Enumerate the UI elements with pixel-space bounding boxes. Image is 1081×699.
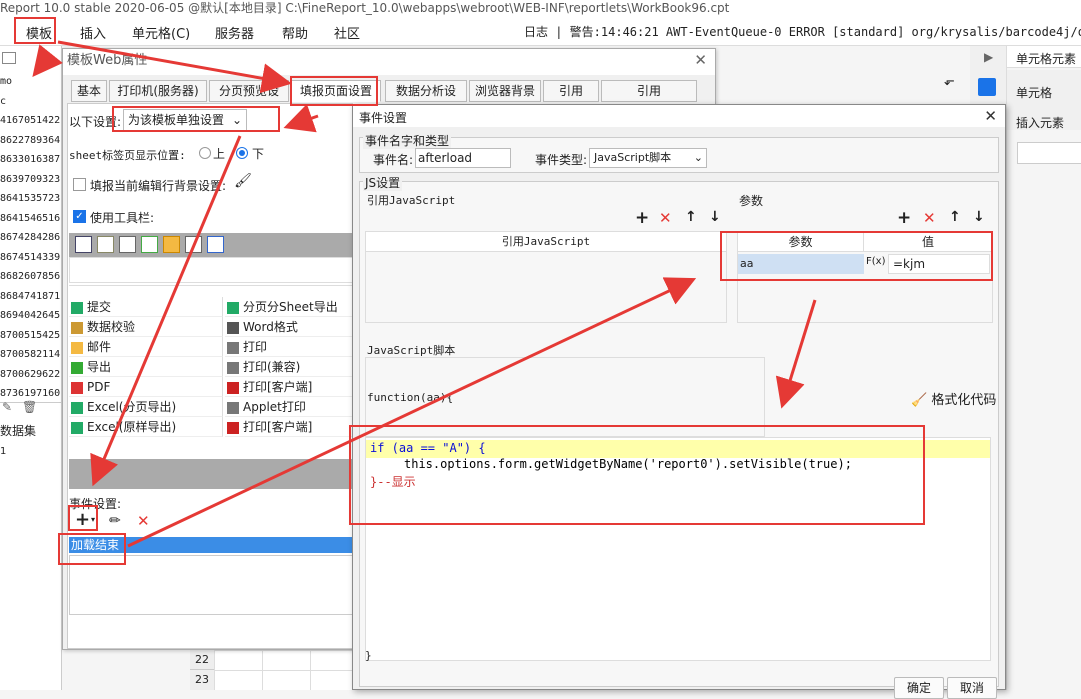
annotation-arrows <box>32 40 817 548</box>
